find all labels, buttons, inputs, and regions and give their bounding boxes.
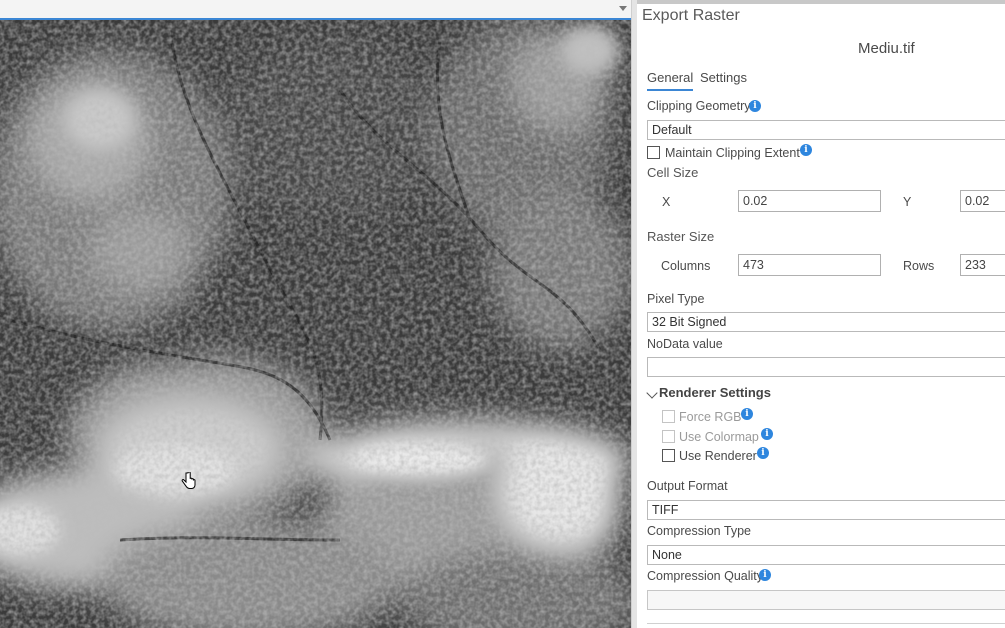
info-icon[interactable]: i [761,428,773,440]
chevron-down-icon[interactable] [619,6,627,11]
compression-quality-label: Compression Quality [647,569,764,583]
info-icon[interactable]: i [749,100,761,112]
cell-size-x-input[interactable]: 0.02 [738,190,881,212]
map-view-header [0,0,631,20]
force-rgb-checkbox[interactable] [662,410,675,423]
compression-type-dropdown[interactable]: None [647,545,1005,565]
pane-title: Export Raster [642,7,740,24]
raster-size-label: Raster Size [647,229,715,244]
compression-type-label: Compression Type [647,524,751,538]
chevron-down-icon[interactable] [646,387,658,399]
tab-general[interactable]: General [647,70,694,91]
info-icon[interactable]: i [757,447,769,459]
pane-top-bar [637,0,1005,4]
cell-size-label: Cell Size [647,165,699,180]
pixel-type-label: Pixel Type [647,292,705,306]
maintain-clipping-extent-label: Maintain Clipping Extent [665,146,800,160]
cell-size-x-label: X [662,195,671,209]
hand-cursor-icon [181,471,197,497]
columns-label: Columns [661,259,711,273]
export-raster-pane: Export Raster Mediu.tif General Settings… [637,0,1005,628]
renderer-settings-header[interactable]: Renderer Settings [659,385,771,400]
info-icon[interactable]: i [800,144,812,156]
maintain-clipping-extent-checkbox[interactable] [647,146,660,159]
raster-filename: Mediu.tif [858,40,915,57]
output-format-label: Output Format [647,479,728,493]
use-renderer-label: Use Renderer [679,449,757,463]
nodata-label: NoData value [647,337,723,351]
force-rgb-label: Force RGB [679,410,742,424]
use-renderer-checkbox[interactable] [662,449,675,462]
pixel-type-dropdown[interactable]: 32 Bit Signed [647,312,1005,332]
use-colormap-label: Use Colormap [679,430,759,444]
info-icon[interactable]: i [741,408,753,420]
clipping-geometry-label: Clipping Geometry [647,99,751,113]
compression-quality-input[interactable] [647,590,1005,610]
raster-map-view[interactable] [0,20,631,628]
columns-input[interactable]: 473 [738,254,881,276]
cell-size-y-label: Y [903,195,912,209]
output-format-dropdown[interactable]: TIFF [647,500,1005,520]
raster-image [0,20,631,628]
clipping-geometry-dropdown[interactable]: Default [647,120,1005,140]
info-icon[interactable]: i [759,569,771,581]
rows-label: Rows [903,259,935,273]
use-colormap-checkbox[interactable] [662,430,675,443]
tab-settings[interactable]: Settings [700,70,747,85]
cell-size-y-input[interactable]: 0.02 [960,190,1005,212]
divider [647,623,1005,624]
rows-input[interactable]: 233 [960,254,1005,276]
nodata-input[interactable] [647,357,1005,377]
